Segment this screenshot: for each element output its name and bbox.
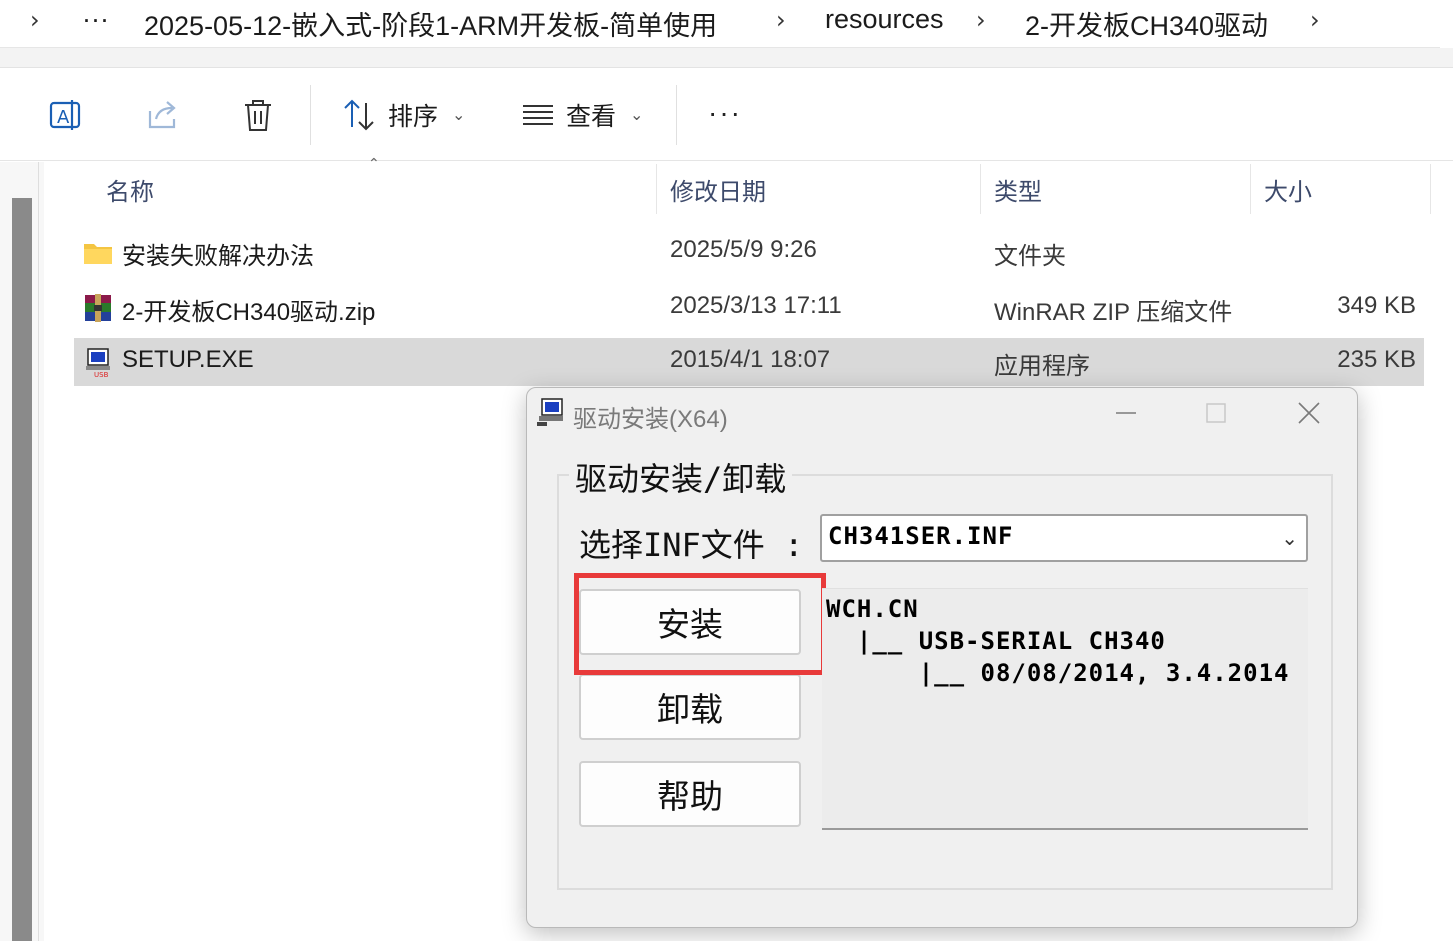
driver-info-panel: WCH.CN |__ USB-SERIAL CH340 |__ 08/08/20…: [822, 588, 1308, 830]
column-name[interactable]: 名称: [106, 172, 154, 207]
file-size: 235 KB: [1337, 346, 1416, 373]
driver-device: |__ USB-SERIAL CH340: [826, 627, 1166, 655]
sort-icon: [344, 99, 374, 131]
file-size: 349 KB: [1337, 292, 1416, 319]
address-strip: [0, 48, 1453, 68]
file-type: WinRAR ZIP 压缩文件: [994, 299, 1233, 326]
winrar-archive-icon: [85, 294, 111, 322]
address-bar[interactable]: › ··· 2025-05-12-嵌入式-阶段1-ARM开发板-简单使用 › r…: [0, 0, 1440, 48]
usb-setup-icon: [537, 398, 563, 426]
file-type: 文件夹: [994, 243, 1066, 270]
view-label: 查看: [566, 103, 617, 131]
file-date: 2025/5/9 9:26: [670, 236, 817, 263]
breadcrumb-overflow[interactable]: ···: [82, 4, 109, 35]
inf-file-label: 选择INF文件 :: [579, 526, 804, 564]
chevron-down-icon: ⌄: [452, 107, 466, 124]
file-name: 安装失败解决办法: [122, 243, 314, 270]
command-bar: A 排序 ⌄ 查看 ⌄ ···: [0, 69, 1453, 161]
file-name: 2-开发板CH340驱动.zip: [122, 299, 376, 326]
navigation-pane: [0, 162, 44, 941]
driver-version: |__ 08/08/2014, 3.4.2014: [826, 659, 1290, 687]
svg-text:USB: USB: [94, 371, 109, 378]
file-row[interactable]: 安装失败解决办法 2025/5/9 9:26 文件夹: [74, 228, 1424, 276]
file-type: 应用程序: [994, 353, 1090, 380]
chevron-right-icon[interactable]: ›: [976, 6, 986, 34]
view-list-icon: [523, 105, 553, 125]
column-header: 名称 修改日期 类型 大小: [44, 162, 1453, 216]
view-button[interactable]: 查看 ⌄: [520, 95, 643, 135]
file-row[interactable]: 2-开发板CH340驱动.zip 2025/3/13 17:11 WinRAR …: [74, 284, 1424, 332]
folder-icon: [84, 244, 112, 264]
chevron-right-icon[interactable]: ›: [30, 6, 40, 34]
dialog-title: 驱动安装(X64): [573, 406, 728, 433]
help-button[interactable]: 帮助: [579, 761, 801, 827]
chevron-down-icon: ⌄: [630, 107, 644, 124]
column-date[interactable]: 修改日期: [670, 172, 766, 207]
toolbar-separator: [310, 85, 311, 145]
close-icon[interactable]: [1294, 398, 1324, 428]
breadcrumb-item-project[interactable]: 2025-05-12-嵌入式-阶段1-ARM开发板-简单使用: [144, 4, 717, 43]
dialog-titlebar[interactable]: 驱动安装(X64): [527, 388, 1357, 436]
driver-install-dialog: 驱动安装(X64) 驱动安装/卸载 选择INF文件 : CH341SER.INF…: [526, 387, 1358, 928]
usb-setup-icon: USB: [86, 348, 110, 378]
minimize-icon[interactable]: [1111, 398, 1141, 428]
column-size[interactable]: 大小: [1264, 172, 1312, 207]
svg-text:A: A: [57, 107, 70, 128]
chevron-right-icon[interactable]: ›: [776, 6, 786, 34]
group-title: 驱动安装/卸载: [569, 454, 793, 500]
column-type[interactable]: 类型: [994, 172, 1042, 207]
chevron-down-icon[interactable]: ⌄: [1281, 526, 1298, 550]
nav-scrollbar[interactable]: [12, 198, 32, 941]
file-name: SETUP.EXE: [122, 346, 254, 373]
delete-icon[interactable]: [240, 97, 276, 133]
uninstall-button[interactable]: 卸载: [579, 674, 801, 740]
file-row-selected[interactable]: USB SETUP.EXE 2015/4/1 18:07 应用程序 235 KB: [74, 338, 1424, 386]
file-date: 2025/3/13 17:11: [670, 292, 842, 319]
more-options-button[interactable]: ···: [708, 99, 742, 127]
rename-icon[interactable]: A: [48, 97, 84, 133]
inf-file-value: CH341SER.INF: [828, 522, 1014, 550]
sort-label: 排序: [388, 103, 439, 131]
toolbar-separator: [676, 85, 677, 145]
maximize-icon[interactable]: [1201, 398, 1231, 428]
install-highlight-box: [574, 573, 826, 675]
sort-button[interactable]: 排序 ⌄: [342, 95, 465, 135]
share-icon[interactable]: [144, 97, 180, 133]
chevron-right-icon[interactable]: ›: [1310, 6, 1320, 34]
file-date: 2015/4/1 18:07: [670, 346, 831, 373]
inf-file-select[interactable]: CH341SER.INF ⌄: [820, 514, 1308, 562]
breadcrumb-item-driver-folder[interactable]: 2-开发板CH340驱动: [1025, 4, 1268, 43]
breadcrumb-item-resources[interactable]: resources: [825, 4, 944, 35]
driver-vendor: WCH.CN: [826, 595, 919, 623]
